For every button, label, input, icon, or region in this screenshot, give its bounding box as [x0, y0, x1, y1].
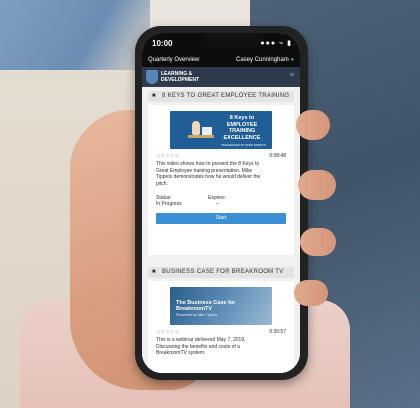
- brand-bar: LEARNING & DEVELOPMENT ≡: [142, 67, 300, 87]
- presenter-illustration: [192, 121, 200, 135]
- star-rating[interactable]: ☆☆☆☆☆: [156, 329, 179, 335]
- phone-notch: [204, 33, 262, 48]
- video-camera-icon: ■: [152, 269, 156, 275]
- status-block: Status: In Progress: [156, 195, 182, 207]
- video-camera-icon: ■: [152, 93, 156, 99]
- thumbnail-title: 8 Keys to EMPLOYEE TRAINING EXCELLENCE: [223, 115, 261, 141]
- expires-block: Expires: --: [208, 195, 226, 207]
- finger: [294, 280, 328, 306]
- rating-row: ☆☆☆☆☆ 0:30:57: [156, 329, 286, 335]
- course-card: The Business Case for BreakroomTV Presen…: [148, 281, 294, 373]
- finger: [298, 170, 336, 200]
- finger: [296, 110, 330, 140]
- section-heading: ■ 8 KEYS TO GREAT EMPLOYEE TRAINING: [148, 91, 294, 102]
- thumbnail-credit: PRESENTED BY MIKE TIPPETS: [221, 143, 266, 147]
- quarterly-overview-link[interactable]: Quarterly Overview: [148, 57, 199, 63]
- shield-logo-icon: [146, 70, 158, 84]
- phone-screen: 10:00 ●●● ⌁ ▮ Quarterly Overview Casey C…: [142, 33, 300, 373]
- brand-line2: DEVELOPMENT: [161, 77, 200, 83]
- rating-row: ☆☆☆☆☆ 0:08:48: [156, 153, 286, 159]
- start-button[interactable]: Start: [156, 213, 286, 224]
- section-title: 8 KEYS TO GREAT EMPLOYEE TRAINING: [162, 93, 290, 99]
- video-thumbnail[interactable]: The Business Case for BreakroomTV Presen…: [170, 287, 272, 325]
- status-value: In Progress: [156, 201, 182, 207]
- user-name: Casey Cunningham: [236, 57, 289, 63]
- background-sleeve-blue: [0, 0, 150, 70]
- video-thumbnail[interactable]: 8 Keys to EMPLOYEE TRAINING EXCELLENCE P…: [170, 111, 272, 149]
- video-description: This is a webinar delivered May 7, 2019.…: [156, 337, 246, 356]
- section-heading: ■ BUSINESS CASE FOR BREAKROOM TV: [148, 267, 294, 278]
- signal-wifi-battery-icon: ●●● ⌁ ▮: [260, 40, 292, 47]
- online-status-icon: ●: [290, 57, 294, 63]
- star-rating[interactable]: ☆☆☆☆☆: [156, 153, 179, 159]
- status-time: 10:00: [152, 39, 173, 48]
- top-bar: Quarterly Overview Casey Cunningham ●: [142, 55, 300, 67]
- thumbnail-title: The Business Case for BreakroomTV: [176, 300, 236, 312]
- expires-value: --: [216, 201, 220, 207]
- user-menu[interactable]: Casey Cunningham ●: [236, 57, 294, 63]
- desk-illustration: [188, 135, 214, 138]
- brand-name: LEARNING & DEVELOPMENT: [161, 71, 199, 83]
- thumbnail-credit: Presented by Mike Tippets: [176, 313, 218, 317]
- menu-icon[interactable]: ≡: [290, 72, 294, 79]
- course-list: ■ 8 KEYS TO GREAT EMPLOYEE TRAINING 8 Ke…: [142, 87, 300, 373]
- video-description: This video shows how to present the 8 Ke…: [156, 161, 261, 187]
- monitor-illustration: [202, 127, 212, 135]
- finger: [300, 228, 336, 256]
- video-duration: 0:08:48: [269, 153, 286, 159]
- section-title: BUSINESS CASE FOR BREAKROOM TV: [162, 269, 284, 275]
- course-card: 8 Keys to EMPLOYEE TRAINING EXCELLENCE P…: [148, 105, 294, 255]
- video-duration: 0:30:57: [269, 329, 286, 335]
